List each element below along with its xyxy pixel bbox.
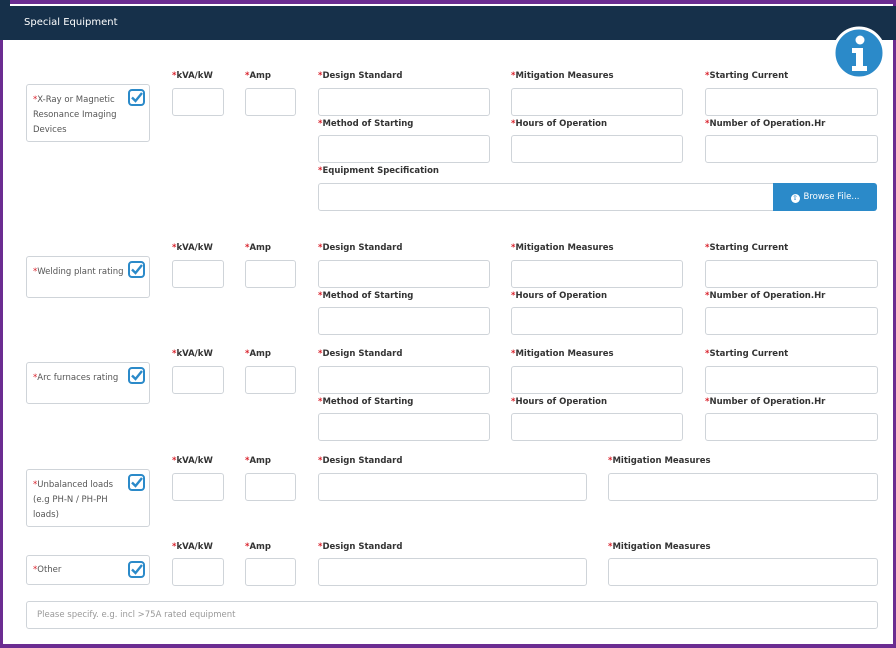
specify-other-input[interactable]: Please specify. e.g. incl >75A rated equ… [26, 601, 878, 629]
amp-input[interactable] [245, 260, 296, 288]
equipment-xray-label: X-Ray or Magnetic Resonance Imaging Devi… [33, 95, 117, 135]
kva-input[interactable] [172, 260, 224, 288]
equipment-welding-label: Welding plant rating [37, 267, 124, 277]
mitigation-measures-input[interactable] [511, 366, 683, 394]
panel-title: Special Equipment [24, 17, 118, 28]
design-standard-label: *Design Standard [318, 542, 403, 552]
checkbox-checked-icon[interactable] [128, 474, 145, 491]
mitigation-measures-label: *Mitigation Measures [608, 456, 711, 466]
equipment-unbalanced-loads-box[interactable]: *Unbalanced loads (e.g PH-N / PH-PH load… [26, 469, 150, 527]
kva-label: *kVA/kW [172, 243, 213, 253]
starting-current-label: *Starting Current [705, 349, 789, 359]
checkbox-checked-icon[interactable] [128, 261, 145, 278]
specify-placeholder: Please specify. e.g. incl >75A rated equ… [37, 610, 236, 620]
amp-label: *Amp [245, 349, 271, 359]
mitigation-measures-input[interactable] [511, 260, 683, 288]
mitigation-measures-input[interactable] [511, 88, 683, 116]
kva-label: *kVA/kW [172, 71, 213, 81]
checkbox-checked-icon[interactable] [128, 89, 145, 106]
browse-file-button[interactable]: ⇧ Browse File... [773, 183, 877, 211]
kva-input[interactable] [172, 558, 224, 586]
equipment-unbalanced-loads-label: Unbalanced loads (e.g PH-N / PH-PH loads… [33, 480, 114, 520]
amp-input[interactable] [245, 473, 296, 501]
mitigation-measures-input[interactable] [608, 473, 878, 501]
mitigation-measures-label: *Mitigation Measures [511, 243, 614, 253]
amp-label: *Amp [245, 243, 271, 253]
design-standard-label: *Design Standard [318, 456, 403, 466]
amp-input[interactable] [245, 558, 296, 586]
equipment-arc-furnaces-label: Arc furnaces rating [37, 373, 119, 383]
hours-of-operation-input[interactable] [511, 307, 683, 335]
number-of-operation-input[interactable] [705, 413, 878, 441]
design-standard-input[interactable] [318, 88, 490, 116]
kva-label: *kVA/kW [172, 349, 213, 359]
mitigation-measures-label: *Mitigation Measures [608, 542, 711, 552]
kva-input[interactable] [172, 88, 224, 116]
method-of-starting-label: *Method of Starting [318, 291, 414, 301]
hours-of-operation-label: *Hours of Operation [511, 119, 608, 129]
mitigation-measures-label: *Mitigation Measures [511, 349, 614, 359]
method-of-starting-label: *Method of Starting [318, 119, 414, 129]
upload-circle-icon: ⇧ [790, 194, 800, 203]
kva-input[interactable] [172, 366, 224, 394]
mitigation-measures-label: *Mitigation Measures [511, 71, 614, 81]
hours-of-operation-input[interactable] [511, 413, 683, 441]
design-standard-input[interactable] [318, 260, 490, 288]
starting-current-label: *Starting Current [705, 243, 789, 253]
amp-label: *Amp [245, 456, 271, 466]
amp-input[interactable] [245, 88, 296, 116]
design-standard-label: *Design Standard [318, 71, 403, 81]
starting-current-input[interactable] [705, 366, 878, 394]
hours-of-operation-label: *Hours of Operation [511, 397, 608, 407]
mitigation-measures-input[interactable] [608, 558, 878, 586]
amp-label: *Amp [245, 542, 271, 552]
equipment-xray-box[interactable]: *X-Ray or Magnetic Resonance Imaging Dev… [26, 84, 150, 142]
equipment-welding-box[interactable]: *Welding plant rating [26, 256, 150, 298]
hours-of-operation-label: *Hours of Operation [511, 291, 608, 301]
starting-current-label: *Starting Current [705, 71, 789, 81]
kva-label: *kVA/kW [172, 542, 213, 552]
design-standard-input[interactable] [318, 366, 490, 394]
method-of-starting-input[interactable] [318, 135, 490, 163]
design-standard-input[interactable] [318, 473, 587, 501]
equipment-other-label: Other [37, 565, 62, 575]
equipment-specification-file-input[interactable] [318, 183, 774, 211]
header-corner [0, 0, 10, 40]
kva-label: *kVA/kW [172, 456, 213, 466]
method-of-starting-input[interactable] [318, 307, 490, 335]
amp-label: *Amp [245, 71, 271, 81]
design-standard-label: *Design Standard [318, 243, 403, 253]
kva-input[interactable] [172, 473, 224, 501]
amp-input[interactable] [245, 366, 296, 394]
starting-current-input[interactable] [705, 88, 878, 116]
number-of-operation-label: *Number of Operation.Hr [705, 291, 826, 301]
hours-of-operation-input[interactable] [511, 135, 683, 163]
checkbox-checked-icon[interactable] [128, 561, 145, 578]
number-of-operation-input[interactable] [705, 135, 878, 163]
method-of-starting-label: *Method of Starting [318, 397, 414, 407]
equipment-specification-label: *Equipment Specification [318, 166, 439, 176]
method-of-starting-input[interactable] [318, 413, 490, 441]
number-of-operation-input[interactable] [705, 307, 878, 335]
panel-header: Special Equipment [10, 6, 896, 40]
checkbox-checked-icon[interactable] [128, 367, 145, 384]
design-standard-label: *Design Standard [318, 349, 403, 359]
equipment-other-box[interactable]: *Other [26, 555, 150, 585]
starting-current-input[interactable] [705, 260, 878, 288]
number-of-operation-label: *Number of Operation.Hr [705, 119, 826, 129]
number-of-operation-label: *Number of Operation.Hr [705, 397, 826, 407]
info-icon[interactable] [832, 26, 886, 80]
equipment-arc-furnaces-box[interactable]: *Arc furnaces rating [26, 362, 150, 404]
design-standard-input[interactable] [318, 558, 587, 586]
